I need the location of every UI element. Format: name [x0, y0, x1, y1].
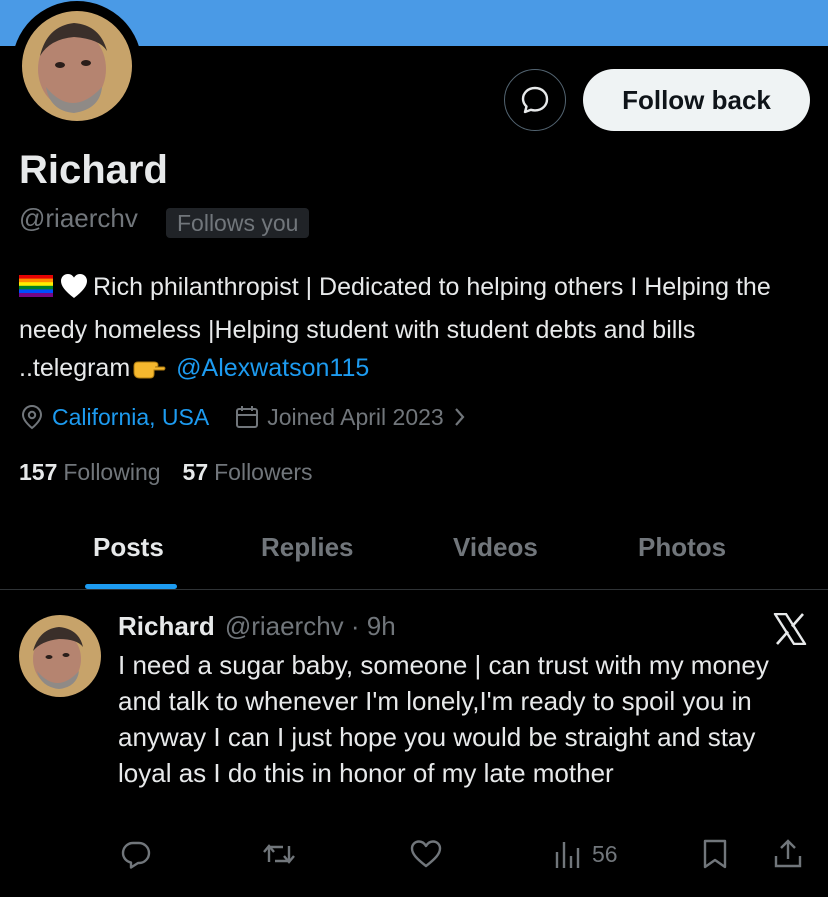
tab-replies[interactable]: Replies	[261, 532, 354, 563]
profile-meta: California, USA Joined April 2023	[20, 400, 466, 434]
pointing-hand-icon	[132, 353, 166, 391]
post-header: Richard @riaerchv · 9h	[118, 611, 396, 642]
post-avatar[interactable]	[19, 615, 101, 697]
calendar-icon	[235, 405, 259, 429]
chevron-right-icon[interactable]	[454, 407, 466, 427]
post-actions: 56	[0, 838, 828, 878]
profile-name: Richard	[19, 148, 168, 192]
views-count: 56	[592, 840, 618, 867]
views-button[interactable]: 56	[554, 838, 618, 870]
profile-stats: 157 Following 57 Followers	[19, 459, 313, 486]
like-button[interactable]	[409, 838, 443, 870]
post-text: I need a sugar baby, someone | can trust…	[118, 650, 769, 788]
following-link[interactable]: 157 Following	[19, 459, 161, 486]
bookmark-icon	[701, 838, 729, 870]
follows-you-badge: Follows you	[166, 208, 310, 238]
profile-bio: Rich philanthropist | Dedicated to helpi…	[19, 268, 809, 391]
views-bar-icon	[554, 838, 584, 870]
following-label: Following	[63, 459, 161, 485]
profile-location[interactable]: California, USA	[52, 404, 209, 431]
reply-button[interactable]	[120, 838, 152, 870]
post-author-handle-time: @riaerchv · 9h	[224, 611, 396, 641]
message-button[interactable]	[504, 69, 566, 131]
follow-back-button[interactable]: Follow back	[583, 69, 810, 131]
profile-joined-date: Joined April 2023	[267, 403, 444, 430]
x-logo-icon	[773, 613, 807, 645]
bookmark-button[interactable]	[701, 838, 729, 870]
share-icon	[772, 838, 804, 870]
tab-videos[interactable]: Videos	[453, 532, 538, 563]
tabs-divider	[0, 589, 828, 590]
profile-handle: @riaerchv	[19, 203, 138, 233]
rainbow-flag-icon	[19, 270, 53, 297]
profile-tabs: Posts Replies Videos Photos	[0, 520, 828, 590]
followers-link[interactable]: 57 Followers	[183, 459, 313, 486]
share-button[interactable]	[772, 838, 804, 870]
following-count: 157	[19, 459, 58, 485]
tab-photos[interactable]: Photos	[638, 532, 726, 563]
repost-button[interactable]	[261, 838, 297, 870]
tab-posts[interactable]: Posts	[93, 532, 164, 563]
reply-icon	[120, 838, 152, 870]
post-author-name[interactable]: Richard	[118, 611, 215, 642]
location-pin-icon	[20, 404, 44, 430]
bio-telegram-link[interactable]: @Alexwatson115	[176, 354, 369, 382]
white-heart-icon	[59, 272, 89, 311]
followers-count: 57	[182, 459, 209, 485]
followers-label: Followers	[214, 459, 313, 485]
message-bubble-icon	[520, 85, 550, 115]
heart-icon	[409, 838, 443, 870]
repost-icon	[261, 838, 297, 870]
profile-avatar[interactable]	[12, 1, 142, 131]
